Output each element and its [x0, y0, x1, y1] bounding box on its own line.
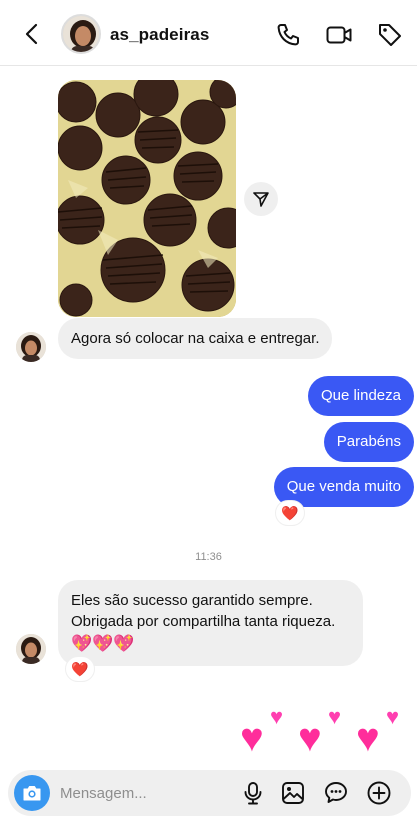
message-input[interactable]	[60, 770, 230, 816]
heart-icon: ♥	[298, 716, 322, 760]
tag-icon[interactable]	[376, 21, 404, 49]
share-button[interactable]	[244, 182, 278, 216]
heart-icon: ♥	[240, 716, 264, 760]
reaction-emoji: ❤️	[71, 660, 89, 677]
heart-icon: ♥	[386, 704, 400, 729]
outgoing-message[interactable]: Que lindeza	[307, 376, 414, 416]
message-timestamp: 11:36	[195, 551, 222, 563]
message-composer	[8, 770, 411, 816]
chat-username[interactable]: as_padeiras	[110, 25, 209, 45]
incoming-message[interactable]: Agora só colocar na caixa e entregar.	[58, 318, 333, 359]
heart-icon: ♥	[270, 704, 284, 729]
message-text: Parabéns	[336, 433, 401, 450]
plus-circle-icon[interactable]	[366, 780, 392, 806]
shared-photo[interactable]	[58, 80, 236, 317]
microphone-icon[interactable]	[240, 780, 266, 806]
phone-icon[interactable]	[274, 21, 302, 49]
heart-reaction[interactable]: ❤️	[275, 500, 305, 526]
message-text: Que lindeza	[320, 387, 401, 404]
camera-icon	[23, 786, 41, 801]
chat-bubble-icon[interactable]	[323, 780, 349, 806]
gallery-icon[interactable]	[280, 780, 306, 806]
heart-reaction[interactable]: ❤️	[65, 656, 95, 682]
paper-plane-icon	[253, 192, 269, 207]
camera-button[interactable]	[14, 775, 50, 811]
incoming-message[interactable]: Eles são sucesso garantido sempre. Obrig…	[58, 580, 363, 666]
heart-icon: ♥	[356, 716, 380, 760]
reaction-emoji: ❤️	[281, 504, 299, 521]
video-camera-icon[interactable]	[325, 21, 353, 49]
sender-avatar[interactable]	[16, 332, 46, 362]
avatar[interactable]	[61, 14, 101, 54]
outgoing-message[interactable]: Parabéns	[323, 422, 414, 462]
heart-icon: ♥	[328, 704, 342, 729]
message-text: Agora só colocar na caixa e entregar.	[71, 330, 320, 347]
sender-avatar[interactable]	[16, 634, 46, 664]
chevron-left-icon[interactable]	[20, 22, 44, 46]
chat-header: as_padeiras	[0, 0, 417, 66]
message-line: Obrigada por compartilha tanta riqueza.	[71, 613, 336, 630]
message-text: Que venda muito	[286, 478, 401, 495]
message-emoji: 💖💖💖	[71, 634, 135, 653]
message-line: Eles são sucesso garantido sempre.	[71, 592, 313, 609]
